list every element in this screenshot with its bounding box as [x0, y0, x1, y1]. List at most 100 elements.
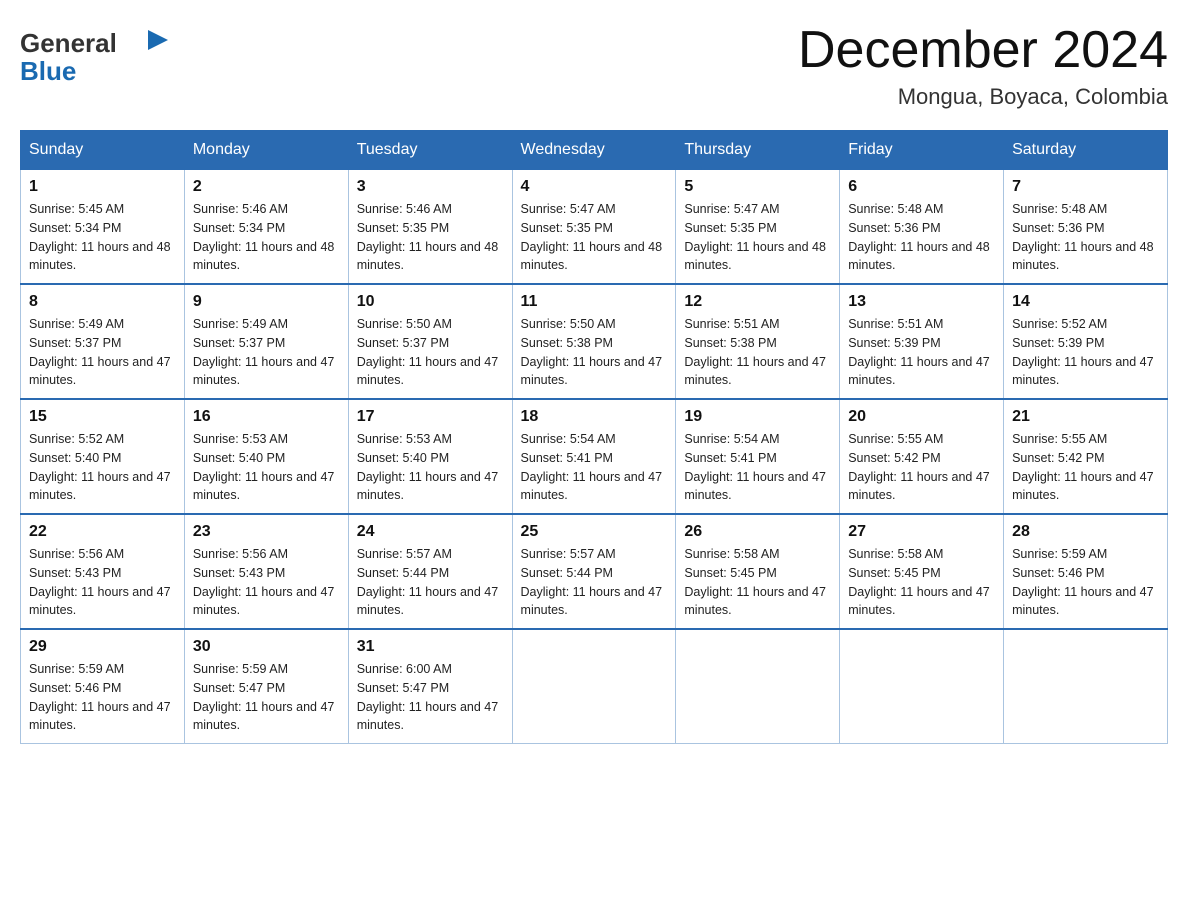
week-row-1: 1 Sunrise: 5:45 AM Sunset: 5:34 PM Dayli…: [21, 170, 1168, 285]
calendar-cell: 27 Sunrise: 5:58 AM Sunset: 5:45 PM Dayl…: [840, 514, 1004, 629]
day-info: Sunrise: 5:54 AM Sunset: 5:41 PM Dayligh…: [521, 430, 668, 505]
day-info: Sunrise: 5:55 AM Sunset: 5:42 PM Dayligh…: [1012, 430, 1159, 505]
day-info: Sunrise: 5:53 AM Sunset: 5:40 PM Dayligh…: [193, 430, 340, 505]
day-number: 18: [521, 408, 668, 426]
day-info: Sunrise: 5:57 AM Sunset: 5:44 PM Dayligh…: [357, 545, 504, 620]
day-number: 14: [1012, 293, 1159, 311]
day-info: Sunrise: 5:50 AM Sunset: 5:38 PM Dayligh…: [521, 315, 668, 390]
calendar-cell: 17 Sunrise: 5:53 AM Sunset: 5:40 PM Dayl…: [348, 399, 512, 514]
header-sunday: Sunday: [21, 131, 185, 170]
calendar-cell: 3 Sunrise: 5:46 AM Sunset: 5:35 PM Dayli…: [348, 170, 512, 285]
calendar-cell: 22 Sunrise: 5:56 AM Sunset: 5:43 PM Dayl…: [21, 514, 185, 629]
calendar-cell: 19 Sunrise: 5:54 AM Sunset: 5:41 PM Dayl…: [676, 399, 840, 514]
day-number: 17: [357, 408, 504, 426]
logo: General Blue: [20, 20, 180, 95]
day-number: 29: [29, 638, 176, 656]
day-info: Sunrise: 5:49 AM Sunset: 5:37 PM Dayligh…: [193, 315, 340, 390]
day-info: Sunrise: 5:54 AM Sunset: 5:41 PM Dayligh…: [684, 430, 831, 505]
day-number: 24: [357, 523, 504, 541]
day-info: Sunrise: 5:47 AM Sunset: 5:35 PM Dayligh…: [684, 200, 831, 275]
day-info: Sunrise: 5:58 AM Sunset: 5:45 PM Dayligh…: [848, 545, 995, 620]
header-saturday: Saturday: [1004, 131, 1168, 170]
calendar-cell: 6 Sunrise: 5:48 AM Sunset: 5:36 PM Dayli…: [840, 170, 1004, 285]
calendar-cell: 30 Sunrise: 5:59 AM Sunset: 5:47 PM Dayl…: [184, 629, 348, 744]
calendar-cell: 29 Sunrise: 5:59 AM Sunset: 5:46 PM Dayl…: [21, 629, 185, 744]
day-info: Sunrise: 5:59 AM Sunset: 5:47 PM Dayligh…: [193, 660, 340, 735]
calendar-cell: 5 Sunrise: 5:47 AM Sunset: 5:35 PM Dayli…: [676, 170, 840, 285]
calendar-cell: 16 Sunrise: 5:53 AM Sunset: 5:40 PM Dayl…: [184, 399, 348, 514]
day-info: Sunrise: 5:52 AM Sunset: 5:40 PM Dayligh…: [29, 430, 176, 505]
calendar-cell: 23 Sunrise: 5:56 AM Sunset: 5:43 PM Dayl…: [184, 514, 348, 629]
day-info: Sunrise: 5:46 AM Sunset: 5:35 PM Dayligh…: [357, 200, 504, 275]
day-number: 3: [357, 178, 504, 196]
day-info: Sunrise: 5:59 AM Sunset: 5:46 PM Dayligh…: [29, 660, 176, 735]
svg-text:Blue: Blue: [20, 56, 76, 86]
day-number: 22: [29, 523, 176, 541]
day-info: Sunrise: 5:55 AM Sunset: 5:42 PM Dayligh…: [848, 430, 995, 505]
calendar-cell: 11 Sunrise: 5:50 AM Sunset: 5:38 PM Dayl…: [512, 284, 676, 399]
calendar-cell: 31 Sunrise: 6:00 AM Sunset: 5:47 PM Dayl…: [348, 629, 512, 744]
day-info: Sunrise: 5:45 AM Sunset: 5:34 PM Dayligh…: [29, 200, 176, 275]
calendar-cell: [1004, 629, 1168, 744]
page-header: General Blue December 2024 Mongua, Boyac…: [20, 20, 1168, 110]
calendar-table: SundayMondayTuesdayWednesdayThursdayFrid…: [20, 130, 1168, 744]
day-number: 23: [193, 523, 340, 541]
calendar-cell: 12 Sunrise: 5:51 AM Sunset: 5:38 PM Dayl…: [676, 284, 840, 399]
calendar-cell: 2 Sunrise: 5:46 AM Sunset: 5:34 PM Dayli…: [184, 170, 348, 285]
day-info: Sunrise: 5:59 AM Sunset: 5:46 PM Dayligh…: [1012, 545, 1159, 620]
day-number: 15: [29, 408, 176, 426]
day-number: 21: [1012, 408, 1159, 426]
calendar-cell: 28 Sunrise: 5:59 AM Sunset: 5:46 PM Dayl…: [1004, 514, 1168, 629]
svg-text:General: General: [20, 28, 117, 58]
day-number: 9: [193, 293, 340, 311]
header-wednesday: Wednesday: [512, 131, 676, 170]
calendar-cell: [840, 629, 1004, 744]
day-info: Sunrise: 5:48 AM Sunset: 5:36 PM Dayligh…: [848, 200, 995, 275]
day-number: 25: [521, 523, 668, 541]
header-tuesday: Tuesday: [348, 131, 512, 170]
day-info: Sunrise: 5:51 AM Sunset: 5:38 PM Dayligh…: [684, 315, 831, 390]
day-number: 27: [848, 523, 995, 541]
day-number: 16: [193, 408, 340, 426]
calendar-cell: 4 Sunrise: 5:47 AM Sunset: 5:35 PM Dayli…: [512, 170, 676, 285]
days-header-row: SundayMondayTuesdayWednesdayThursdayFrid…: [21, 131, 1168, 170]
day-number: 26: [684, 523, 831, 541]
week-row-3: 15 Sunrise: 5:52 AM Sunset: 5:40 PM Dayl…: [21, 399, 1168, 514]
day-number: 2: [193, 178, 340, 196]
day-number: 12: [684, 293, 831, 311]
day-info: Sunrise: 5:57 AM Sunset: 5:44 PM Dayligh…: [521, 545, 668, 620]
calendar-cell: 8 Sunrise: 5:49 AM Sunset: 5:37 PM Dayli…: [21, 284, 185, 399]
day-number: 28: [1012, 523, 1159, 541]
day-info: Sunrise: 5:52 AM Sunset: 5:39 PM Dayligh…: [1012, 315, 1159, 390]
day-info: Sunrise: 5:53 AM Sunset: 5:40 PM Dayligh…: [357, 430, 504, 505]
day-number: 4: [521, 178, 668, 196]
calendar-cell: 25 Sunrise: 5:57 AM Sunset: 5:44 PM Dayl…: [512, 514, 676, 629]
day-number: 31: [357, 638, 504, 656]
day-info: Sunrise: 6:00 AM Sunset: 5:47 PM Dayligh…: [357, 660, 504, 735]
day-number: 30: [193, 638, 340, 656]
day-number: 20: [848, 408, 995, 426]
day-info: Sunrise: 5:56 AM Sunset: 5:43 PM Dayligh…: [193, 545, 340, 620]
header-thursday: Thursday: [676, 131, 840, 170]
location: Mongua, Boyaca, Colombia: [798, 84, 1168, 110]
week-row-4: 22 Sunrise: 5:56 AM Sunset: 5:43 PM Dayl…: [21, 514, 1168, 629]
day-number: 10: [357, 293, 504, 311]
day-info: Sunrise: 5:58 AM Sunset: 5:45 PM Dayligh…: [684, 545, 831, 620]
calendar-cell: 15 Sunrise: 5:52 AM Sunset: 5:40 PM Dayl…: [21, 399, 185, 514]
header-friday: Friday: [840, 131, 1004, 170]
calendar-cell: 10 Sunrise: 5:50 AM Sunset: 5:37 PM Dayl…: [348, 284, 512, 399]
week-row-2: 8 Sunrise: 5:49 AM Sunset: 5:37 PM Dayli…: [21, 284, 1168, 399]
day-number: 8: [29, 293, 176, 311]
day-info: Sunrise: 5:56 AM Sunset: 5:43 PM Dayligh…: [29, 545, 176, 620]
day-info: Sunrise: 5:49 AM Sunset: 5:37 PM Dayligh…: [29, 315, 176, 390]
day-number: 6: [848, 178, 995, 196]
day-info: Sunrise: 5:50 AM Sunset: 5:37 PM Dayligh…: [357, 315, 504, 390]
calendar-cell: 26 Sunrise: 5:58 AM Sunset: 5:45 PM Dayl…: [676, 514, 840, 629]
calendar-cell: 1 Sunrise: 5:45 AM Sunset: 5:34 PM Dayli…: [21, 170, 185, 285]
day-number: 1: [29, 178, 176, 196]
calendar-cell: [676, 629, 840, 744]
month-title: December 2024: [798, 20, 1168, 80]
calendar-cell: 24 Sunrise: 5:57 AM Sunset: 5:44 PM Dayl…: [348, 514, 512, 629]
title-section: December 2024 Mongua, Boyaca, Colombia: [798, 20, 1168, 110]
day-info: Sunrise: 5:47 AM Sunset: 5:35 PM Dayligh…: [521, 200, 668, 275]
